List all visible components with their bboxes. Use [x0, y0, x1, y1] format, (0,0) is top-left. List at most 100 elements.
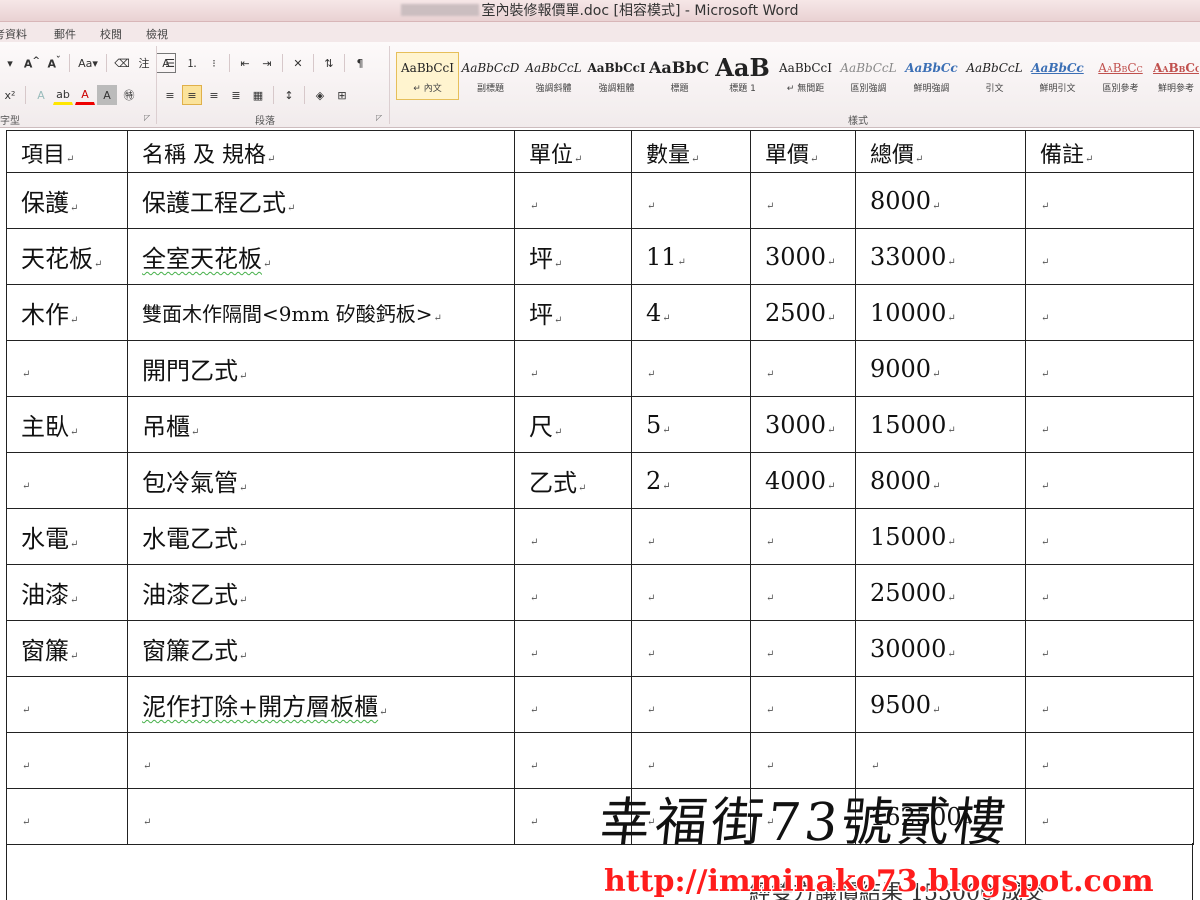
style-emphasis[interactable]: AaBbCcL 強調斜體: [522, 52, 585, 100]
tab-view[interactable]: 檢視: [146, 26, 168, 42]
table-cell[interactable]: ↵: [514, 508, 632, 565]
font-launcher-icon[interactable]: ◸: [144, 113, 150, 122]
table-cell[interactable]: ↵: [750, 564, 856, 621]
table-cell[interactable]: 水電乙式↵: [127, 508, 515, 565]
font-color-icon[interactable]: A: [75, 85, 95, 105]
table-cell[interactable]: ↵: [1025, 620, 1194, 677]
align-right-icon[interactable]: ≡: [204, 85, 224, 105]
style-normal[interactable]: AaBbCcI ↵ 內文: [396, 52, 459, 100]
table-cell[interactable]: 11↵: [631, 228, 751, 285]
table-cell[interactable]: ↵: [1025, 340, 1194, 397]
enclose-char-icon[interactable]: ㊕: [119, 85, 139, 105]
increase-indent-icon[interactable]: ⇥: [257, 53, 277, 73]
table-cell[interactable]: 窗簾乙式↵: [127, 620, 515, 677]
table-cell[interactable]: 吊櫃↵: [127, 396, 515, 453]
table-cell[interactable]: 保護↵: [6, 172, 128, 229]
change-case-icon[interactable]: Aa▾: [75, 53, 101, 73]
table-cell[interactable]: ↵: [514, 620, 632, 677]
table-cell[interactable]: ↵: [750, 620, 856, 677]
table-cell[interactable]: 9000↵: [855, 340, 1026, 397]
distributed-icon[interactable]: ▦: [248, 85, 268, 105]
table-cell[interactable]: ↵: [631, 676, 751, 733]
table-cell[interactable]: ↵: [1025, 284, 1194, 341]
table-cell[interactable]: ↵: [514, 172, 632, 229]
table-cell[interactable]: 8000↵: [855, 172, 1026, 229]
table-cell[interactable]: 木作↵: [6, 284, 128, 341]
table-cell[interactable]: 油漆↵: [6, 564, 128, 621]
table-cell[interactable]: ↵: [6, 340, 128, 397]
multilevel-list-icon[interactable]: ⁝: [204, 53, 224, 73]
asian-layout-icon[interactable]: ✕: [288, 53, 308, 73]
style-strong[interactable]: AaBbCcI 強調粗體: [585, 52, 648, 100]
table-cell[interactable]: 10000↵: [855, 284, 1026, 341]
table-cell[interactable]: ↵: [6, 452, 128, 509]
tab-review[interactable]: 校閱: [100, 26, 122, 42]
table-cell[interactable]: 33000↵: [855, 228, 1026, 285]
table-cell[interactable]: 尺↵: [514, 396, 632, 453]
table-cell[interactable]: 包冷氣管↵: [127, 452, 515, 509]
table-cell[interactable]: ↵: [750, 508, 856, 565]
table-cell[interactable]: ↵: [1025, 732, 1194, 789]
table-cell[interactable]: 4↵: [631, 284, 751, 341]
table-cell[interactable]: ↵: [1025, 788, 1194, 845]
table-cell[interactable]: 15000↵: [855, 396, 1026, 453]
table-cell[interactable]: ↵: [1025, 172, 1194, 229]
table-cell[interactable]: 保護工程乙式↵: [127, 172, 515, 229]
text-effects-icon[interactable]: A: [31, 85, 51, 105]
table-cell[interactable]: 窗簾↵: [6, 620, 128, 677]
align-center-icon[interactable]: ≡: [182, 85, 202, 105]
numbering-icon[interactable]: ⒈: [182, 53, 202, 73]
char-shading-icon[interactable]: A: [97, 85, 117, 105]
table-cell[interactable]: 3000↵: [750, 396, 856, 453]
table-cell[interactable]: ↵: [631, 340, 751, 397]
shrink-font-icon[interactable]: Aˇ: [44, 53, 64, 73]
shading-icon[interactable]: ◈: [310, 85, 330, 105]
style-title[interactable]: AaBbC( 標題: [648, 52, 711, 100]
borders-icon[interactable]: ⊞: [332, 85, 352, 105]
style-quote[interactable]: AaBbCcL 引文: [963, 52, 1026, 100]
paragraph-launcher-icon[interactable]: ◸: [376, 113, 382, 122]
sort-icon[interactable]: ⇅: [319, 53, 339, 73]
decrease-indent-icon[interactable]: ⇤: [235, 53, 255, 73]
table-cell[interactable]: ↵: [514, 564, 632, 621]
table-cell[interactable]: ↵: [1025, 396, 1194, 453]
tab-mailings[interactable]: 郵件: [54, 26, 76, 42]
table-cell[interactable]: ↵: [6, 732, 128, 789]
table-cell[interactable]: 3000↵: [750, 228, 856, 285]
table-cell[interactable]: ↵: [1025, 564, 1194, 621]
style-subtitle[interactable]: AaBbCcD 副標題: [459, 52, 522, 100]
table-cell[interactable]: ↵: [631, 508, 751, 565]
table-cell[interactable]: 4000↵: [750, 452, 856, 509]
table-cell[interactable]: 天花板↵: [6, 228, 128, 285]
table-cell[interactable]: 8000↵: [855, 452, 1026, 509]
clear-format-icon[interactable]: ⌫: [112, 53, 132, 73]
table-cell[interactable]: ↵: [1025, 676, 1194, 733]
table-cell[interactable]: ↵: [127, 732, 515, 789]
table-cell[interactable]: 15000↵: [855, 508, 1026, 565]
table-cell[interactable]: ↵: [6, 788, 128, 845]
table-cell[interactable]: ↵: [750, 172, 856, 229]
table-cell[interactable]: ↵: [514, 676, 632, 733]
table-cell[interactable]: 水電↵: [6, 508, 128, 565]
bullets-icon[interactable]: ☰: [160, 53, 180, 73]
style-subtle-emphasis[interactable]: AaBbCcL 區別強調: [837, 52, 900, 100]
table-cell[interactable]: 5↵: [631, 396, 751, 453]
table-cell[interactable]: 雙面木作隔間<9mm 矽酸鈣板>↵: [127, 284, 515, 341]
table-cell[interactable]: ↵: [750, 676, 856, 733]
table-cell[interactable]: 開門乙式↵: [127, 340, 515, 397]
highlight-color-icon[interactable]: ab: [53, 85, 73, 105]
grow-font-icon[interactable]: A^: [22, 53, 42, 73]
style-no-spacing[interactable]: AaBbCcI ↵ 無間距: [774, 52, 837, 100]
table-cell[interactable]: ↵: [631, 564, 751, 621]
table-cell[interactable]: 主臥↵: [6, 396, 128, 453]
table-cell[interactable]: ↵: [631, 620, 751, 677]
align-left-icon[interactable]: ≡: [160, 85, 180, 105]
table-cell[interactable]: ↵: [1025, 508, 1194, 565]
table-cell[interactable]: 25000↵: [855, 564, 1026, 621]
table-cell[interactable]: ↵: [514, 340, 632, 397]
table-cell[interactable]: ↵: [127, 788, 515, 845]
dropdown-arrow-icon[interactable]: ▾: [0, 53, 20, 73]
table-cell[interactable]: 泥作打除+開方層板櫃↵: [127, 676, 515, 733]
superscript-icon[interactable]: x²: [0, 85, 20, 105]
phonetic-guide-icon[interactable]: 注: [134, 53, 154, 73]
